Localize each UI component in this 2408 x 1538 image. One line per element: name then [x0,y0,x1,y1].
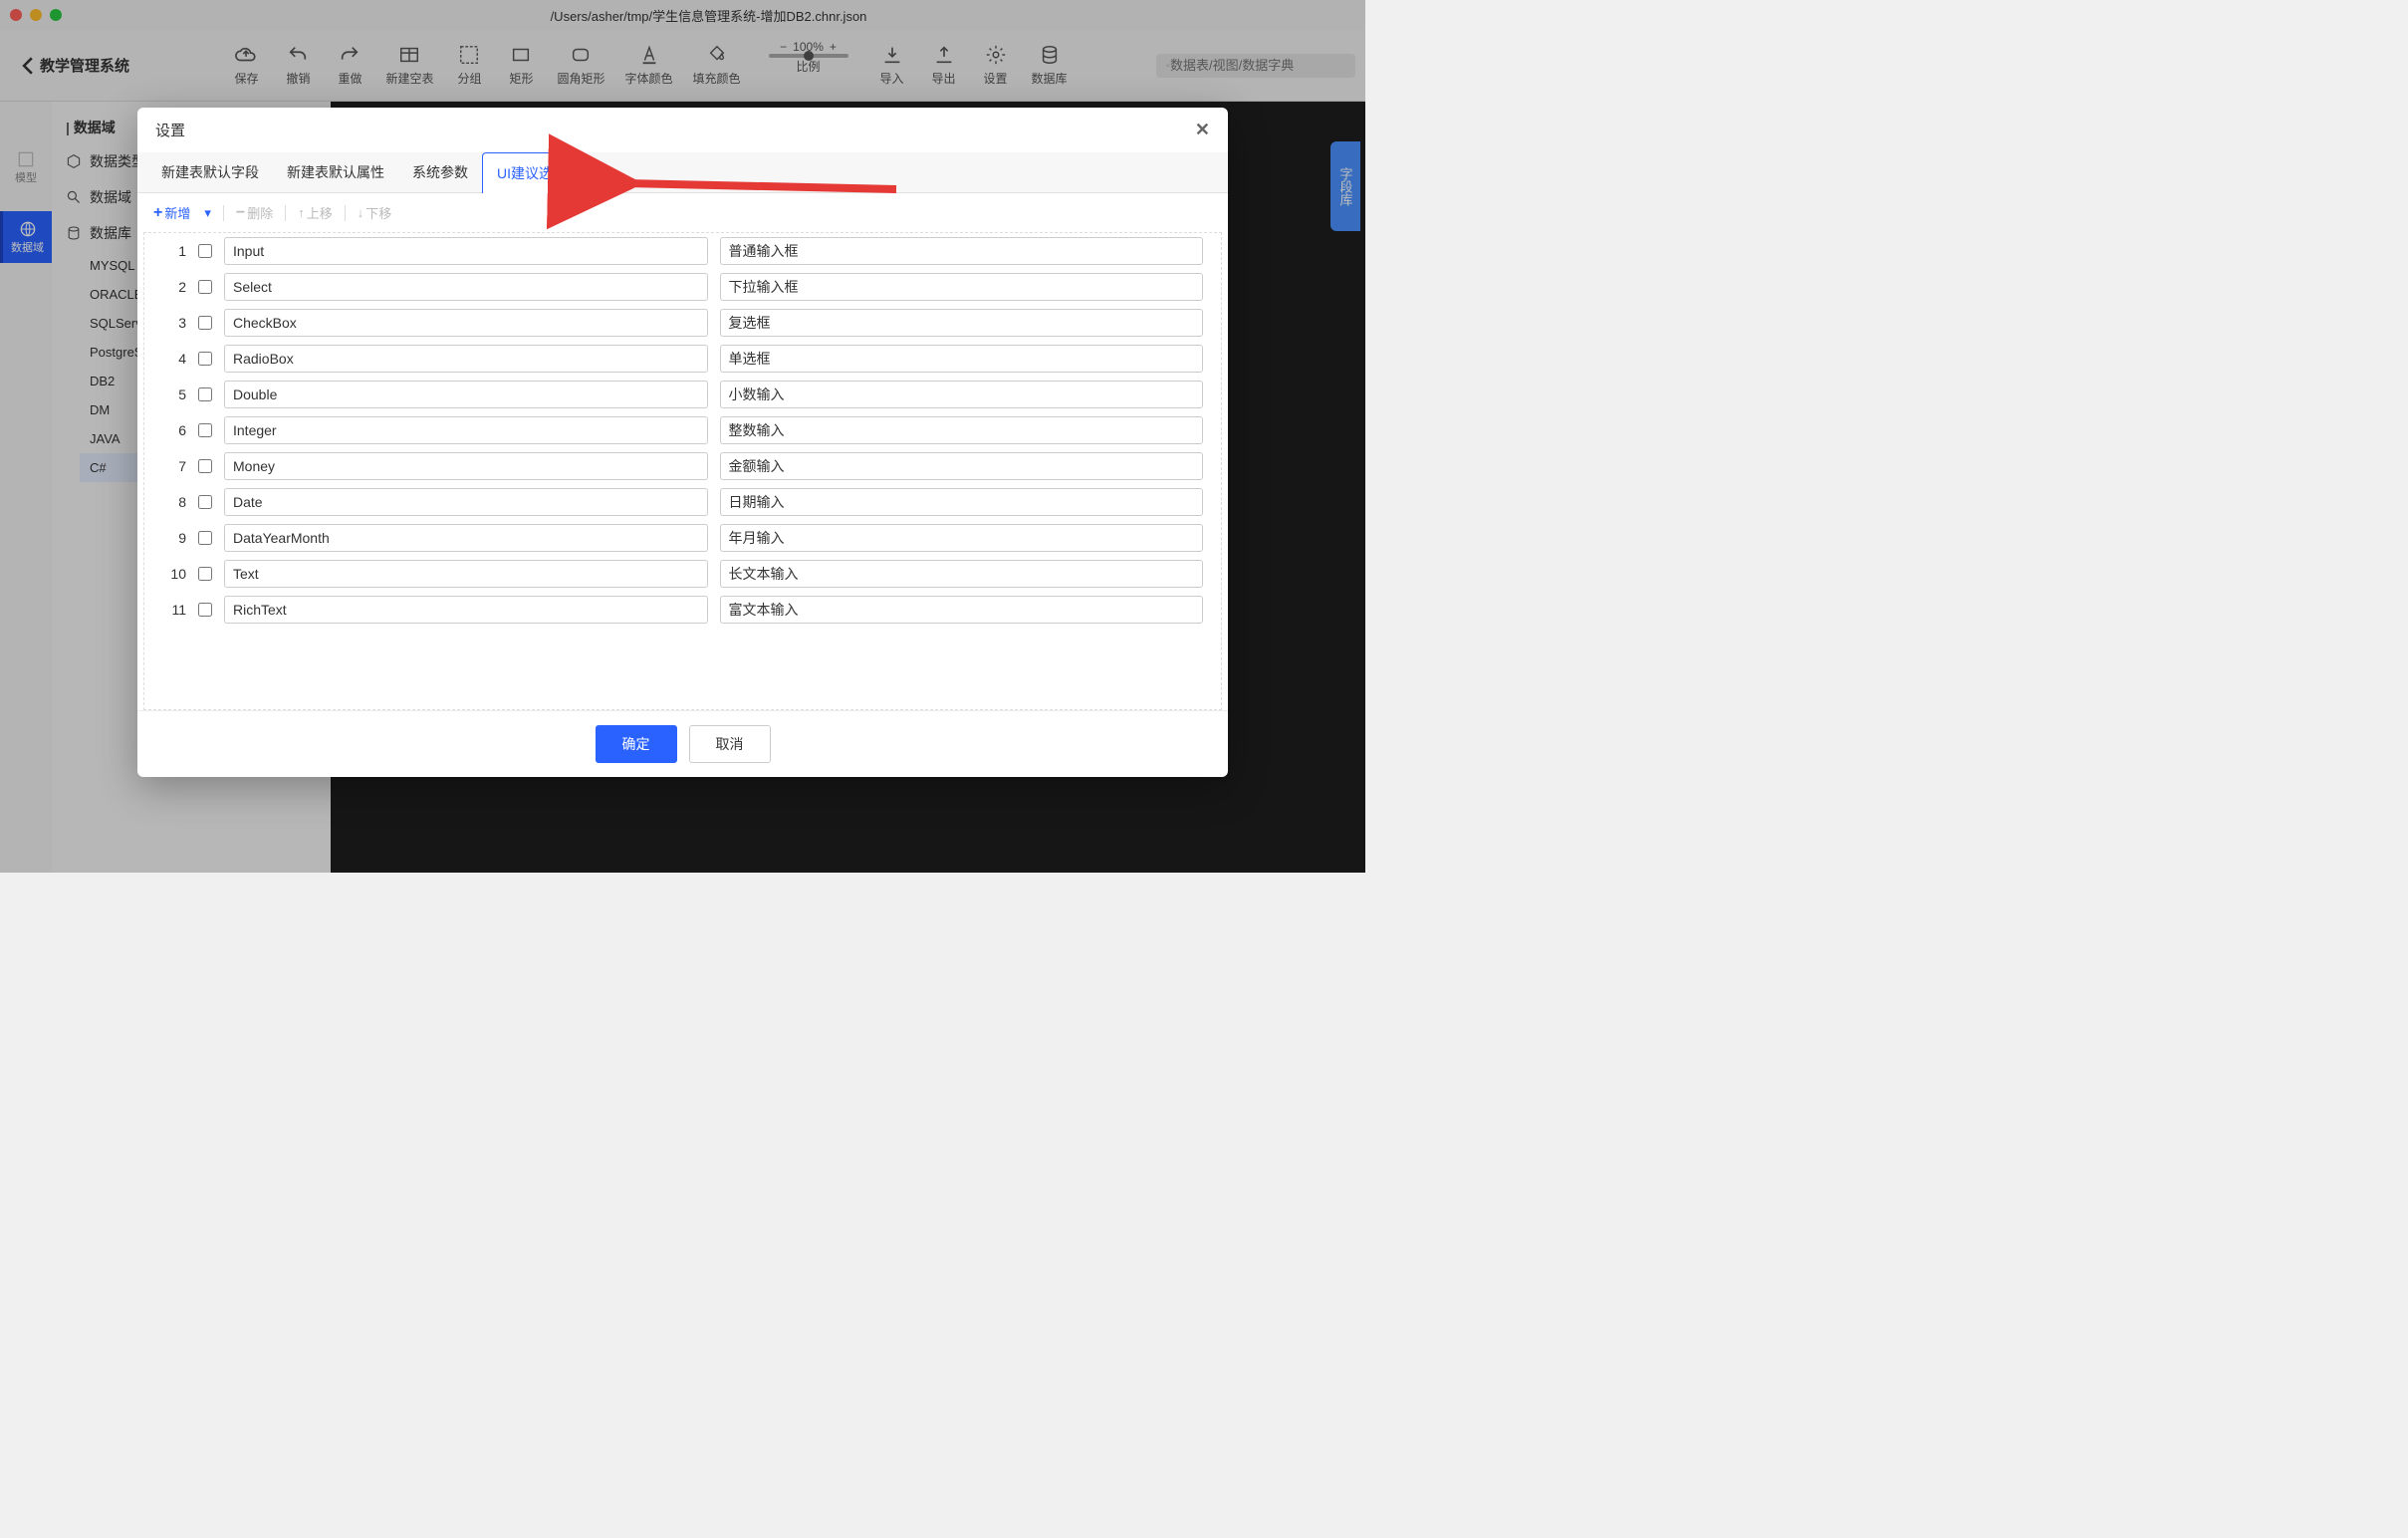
option-row: 4 [156,341,1209,377]
option-row: 2 [156,269,1209,305]
tab-default-fields[interactable]: 新建表默认字段 [147,152,273,192]
option-key-input[interactable] [224,488,708,516]
option-row: 8 [156,484,1209,520]
option-row: 1 [156,233,1209,269]
option-row: 11 [156,592,1209,628]
modal-title: 设置 [155,120,185,140]
option-key-input[interactable] [224,345,708,373]
row-number: 9 [162,530,186,546]
option-label-input[interactable] [720,416,1204,444]
option-row: 10 [156,556,1209,592]
modal-tabs: 新建表默认字段 新建表默认属性 系统参数 UI建议选项 [137,152,1228,193]
minus-icon: − [236,204,245,222]
row-number: 4 [162,351,186,367]
tab-default-attrs[interactable]: 新建表默认属性 [273,152,398,192]
option-key-input[interactable] [224,237,708,265]
row-number: 2 [162,279,186,295]
option-label-input[interactable] [720,452,1204,480]
tab-toolbar: +新增 ▾ −删除 ↑上移 ↓下移 [137,193,1228,232]
tab-system-params[interactable]: 系统参数 [398,152,482,192]
option-row: 7 [156,448,1209,484]
option-label-input[interactable] [720,345,1204,373]
option-key-input[interactable] [224,596,708,624]
option-label-input[interactable] [720,524,1204,552]
tab-ui-suggest[interactable]: UI建议选项 [482,152,582,193]
arrow-down-icon: ↓ [358,205,364,220]
option-key-input[interactable] [224,524,708,552]
row-checkbox[interactable] [198,567,212,581]
row-checkbox[interactable] [198,352,212,366]
option-row: 9 [156,520,1209,556]
option-label-input[interactable] [720,560,1204,588]
row-number: 1 [162,243,186,259]
move-up-button[interactable]: ↑上移 [292,201,339,224]
row-checkbox[interactable] [198,459,212,473]
arrow-up-icon: ↑ [298,205,305,220]
settings-modal: 设置 ✕ 新建表默认字段 新建表默认属性 系统参数 UI建议选项 +新增 ▾ −… [137,108,1228,777]
delete-button[interactable]: −删除 [230,201,279,224]
option-key-input[interactable] [224,273,708,301]
ok-button[interactable]: 确定 [596,725,677,763]
move-down-button[interactable]: ↓下移 [352,201,398,224]
option-label-input[interactable] [720,488,1204,516]
close-icon[interactable]: ✕ [1195,120,1210,140]
row-number: 8 [162,494,186,510]
row-number: 7 [162,458,186,474]
option-key-input[interactable] [224,416,708,444]
option-row: 3 [156,305,1209,341]
row-number: 10 [162,566,186,582]
option-row: 5 [156,377,1209,412]
modal-footer: 确定 取消 [137,710,1228,777]
row-checkbox[interactable] [198,280,212,294]
cancel-button[interactable]: 取消 [689,725,771,763]
row-checkbox[interactable] [198,244,212,258]
row-checkbox[interactable] [198,495,212,509]
modal-header: 设置 ✕ [137,108,1228,152]
row-checkbox[interactable] [198,316,212,330]
row-checkbox[interactable] [198,423,212,437]
dropdown-button[interactable]: ▾ [198,203,217,223]
row-number: 11 [162,602,186,618]
row-number: 5 [162,386,186,402]
option-table: 1 2 3 4 5 6 7 8 9 10 11 [143,232,1222,710]
row-checkbox[interactable] [198,531,212,545]
option-label-input[interactable] [720,273,1204,301]
option-label-input[interactable] [720,596,1204,624]
option-label-input[interactable] [720,309,1204,337]
option-key-input[interactable] [224,381,708,408]
option-label-input[interactable] [720,381,1204,408]
row-number: 6 [162,422,186,438]
row-checkbox[interactable] [198,387,212,401]
option-label-input[interactable] [720,237,1204,265]
option-key-input[interactable] [224,560,708,588]
add-button[interactable]: +新增 [147,201,196,224]
row-checkbox[interactable] [198,603,212,617]
option-row: 6 [156,412,1209,448]
plus-icon: + [153,204,162,222]
row-number: 3 [162,315,186,331]
option-key-input[interactable] [224,309,708,337]
option-key-input[interactable] [224,452,708,480]
modal-backdrop: 设置 ✕ 新建表默认字段 新建表默认属性 系统参数 UI建议选项 +新增 ▾ −… [0,0,1365,873]
